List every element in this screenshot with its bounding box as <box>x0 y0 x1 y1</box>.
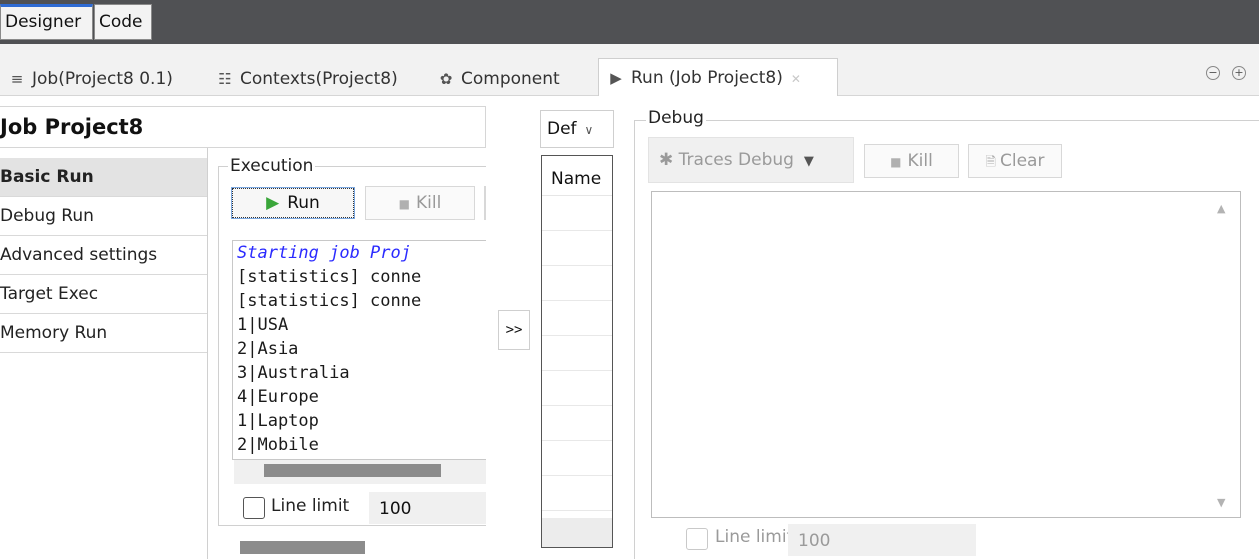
table-row[interactable] <box>542 336 612 371</box>
column-header-name: Name <box>542 156 612 196</box>
table-row[interactable] <box>542 196 612 231</box>
console-output[interactable]: Starting job Proj [statistics] conne [st… <box>232 240 486 460</box>
stop-icon: ■ <box>890 155 902 169</box>
job-icon: ≡ <box>10 70 24 88</box>
table-row[interactable] <box>542 371 612 406</box>
tab-job[interactable]: ≡ Job(Project8 0.1) <box>8 62 173 96</box>
tab-component-label: Component <box>461 69 560 89</box>
debug-label: Debug <box>646 108 706 128</box>
table-row[interactable] <box>542 406 612 441</box>
tab-job-label: Job(Project8 0.1) <box>32 69 173 89</box>
component-icon: ✿ <box>439 70 453 88</box>
traces-icon: ✱ <box>659 150 679 170</box>
console-line: [statistics] conne <box>237 291 422 311</box>
debug-line-limit-checkbox[interactable] <box>686 528 708 550</box>
traces-label: Traces Debug <box>678 150 794 170</box>
tab-contexts[interactable]: ☷ Contexts(Project8) <box>216 62 398 96</box>
clear-icon: 🗎 <box>985 155 996 170</box>
next-button-edge <box>484 186 486 220</box>
table-row[interactable] <box>542 476 612 511</box>
debug-output[interactable] <box>651 191 1241 518</box>
kill-label: Kill <box>416 193 442 213</box>
kill-button[interactable]: ■ Kill <box>365 186 475 220</box>
close-icon[interactable]: ✕ <box>791 72 801 86</box>
job-title: Job Project8 <box>0 106 486 148</box>
tab-run-label: Run (Job Project8) <box>631 68 783 88</box>
traces-debug-button[interactable]: ✱ Traces Debug ▼ <box>648 137 854 183</box>
clear-button[interactable]: 🗎 Clear <box>968 144 1062 178</box>
run-label: Run <box>287 193 320 213</box>
console-line: 2|Asia <box>237 339 299 359</box>
chevron-down-icon: ∨ <box>584 123 594 137</box>
run-icon: ▶ <box>610 69 622 87</box>
debug-line-limit-input[interactable]: 100 <box>788 524 976 556</box>
console-line: 4|Europe <box>237 387 319 407</box>
stop-icon: ■ <box>398 197 410 211</box>
line-limit-label: Line limit <box>271 496 350 516</box>
code-tab[interactable]: Code <box>94 4 152 40</box>
debug-line-limit-label: Line limit <box>715 527 794 547</box>
context-variables-table[interactable]: Name <box>541 155 613 548</box>
table-row[interactable] <box>542 266 612 301</box>
designer-tab[interactable]: Designer <box>0 4 93 40</box>
scroll-down-icon[interactable]: ▼ <box>1217 496 1225 509</box>
panel-scroll-thumb[interactable] <box>240 541 365 554</box>
clear-label: Clear <box>999 151 1045 171</box>
tab-run[interactable]: ▶ Run (Job Project8) ✕ <box>598 58 838 96</box>
console-scroll-thumb[interactable] <box>264 464 441 477</box>
debug-kill-button[interactable]: ■ Kill <box>864 144 959 178</box>
maximize-icon[interactable]: + <box>1232 66 1246 80</box>
nav-divider <box>207 148 208 559</box>
table-footer <box>542 518 612 547</box>
context-select-value: Def <box>547 119 577 139</box>
table-row[interactable] <box>542 301 612 336</box>
tab-contexts-label: Contexts(Project8) <box>240 69 398 89</box>
expand-button[interactable]: >> <box>498 310 530 350</box>
view-tab-bar: ≡ Job(Project8 0.1) ☷ Contexts(Project8) ✿… <box>0 44 1259 96</box>
play-icon: ▶ <box>266 193 280 213</box>
context-select[interactable]: Def ∨ <box>540 110 614 148</box>
console-line: 2|Mobile <box>237 435 319 455</box>
minimize-icon[interactable]: − <box>1206 66 1220 80</box>
debug-vertical-scrollbar[interactable] <box>1210 192 1240 517</box>
scroll-up-icon[interactable]: ▲ <box>1217 202 1225 215</box>
nav-debug-run[interactable]: Debug Run <box>0 197 207 236</box>
line-limit-input[interactable]: 100 <box>369 492 486 524</box>
console-line: 1|Laptop <box>237 411 319 431</box>
table-row[interactable] <box>542 231 612 266</box>
console-line: 3|Australia <box>237 363 350 383</box>
run-mode-nav: Basic Run Debug Run Advanced settings Ta… <box>0 158 207 353</box>
tab-component[interactable]: ✿ Component <box>437 62 560 96</box>
dropdown-arrow-icon[interactable]: ▼ <box>804 154 814 169</box>
contexts-icon: ☷ <box>218 70 232 88</box>
nav-target-exec[interactable]: Target Exec <box>0 275 207 314</box>
editor-mode-bar: Designer Code <box>0 0 1259 44</box>
debug-kill-label: Kill <box>907 151 933 171</box>
run-button[interactable]: ▶ Run <box>231 187 355 219</box>
console-line: Starting job Proj <box>237 243 411 263</box>
console-line: [statistics] conne <box>237 267 422 287</box>
nav-basic-run[interactable]: Basic Run <box>0 158 207 197</box>
execution-label: Execution <box>228 156 316 176</box>
nav-memory-run[interactable]: Memory Run <box>0 314 207 353</box>
nav-advanced-settings[interactable]: Advanced settings <box>0 236 207 275</box>
table-row[interactable] <box>542 441 612 476</box>
line-limit-checkbox[interactable] <box>243 497 265 519</box>
console-line: 1|USA <box>237 315 289 335</box>
